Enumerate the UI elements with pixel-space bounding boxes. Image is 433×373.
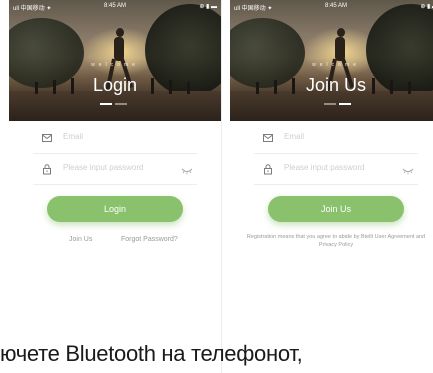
status-icons: ⊕ ▮ ▬ <box>420 4 433 10</box>
page-title: Join Us <box>305 75 367 95</box>
hero-image: ull 中国移动 ✦ 8:45 AM ⊕ ▮ ▬ welcome Login <box>9 0 221 121</box>
email-field[interactable]: Email <box>254 123 418 154</box>
join-us-link[interactable]: Join Us <box>69 236 92 243</box>
clock: 8:45 AM <box>103 3 126 9</box>
tab-indicator-inactive <box>324 103 336 105</box>
tab-indicator-active <box>100 103 112 105</box>
tab-indicator-active <box>339 103 351 105</box>
status-bar: ull 中国移动 ✦ 8:45 AM ⊕ ▮ ▬ <box>9 0 221 12</box>
email-placeholder: Email <box>284 132 305 141</box>
password-placeholder: Please input password <box>63 163 144 172</box>
envelope-icon <box>41 131 53 143</box>
login-screen: ull 中国移动 ✦ 8:45 AM ⊕ ▮ ▬ welcome Login E… <box>9 0 221 330</box>
envelope-icon <box>262 131 274 143</box>
eye-closed-icon[interactable] <box>181 163 193 175</box>
password-placeholder: Please input password <box>284 163 365 172</box>
tab-indicator-inactive <box>115 103 127 105</box>
page-title: Login <box>92 75 138 95</box>
lock-icon <box>262 162 274 175</box>
clock: 8:45 AM <box>324 3 347 9</box>
password-field[interactable]: Please input password <box>33 154 197 185</box>
status-bar: ull 中国移动 ✦ 8:45 AM ⊕ ▮ ▬ <box>230 0 433 12</box>
welcome-label: welcome <box>91 62 139 68</box>
lock-icon <box>41 162 53 175</box>
eye-closed-icon[interactable] <box>402 163 414 175</box>
welcome-label: welcome <box>312 62 360 68</box>
join-screen: ull 中国移动 ✦ 8:45 AM ⊕ ▮ ▬ welcome Join Us… <box>230 0 433 330</box>
join-us-button[interactable]: Join Us <box>268 196 404 222</box>
email-field[interactable]: Email <box>33 123 197 154</box>
login-button[interactable]: Login <box>47 196 183 222</box>
status-icons: ⊕ ▮ ▬ <box>199 4 217 10</box>
password-field[interactable]: Please input password <box>254 154 418 185</box>
forgot-password-link[interactable]: Forgot Password? <box>121 236 178 243</box>
caption-text: ючете Bluetooth на телефонот, <box>0 341 303 366</box>
email-placeholder: Email <box>63 132 84 141</box>
hero-image: ull 中国移动 ✦ 8:45 AM ⊕ ▮ ▬ welcome Join Us <box>230 0 433 121</box>
terms-text: Registration means that you agree to abi… <box>246 234 426 248</box>
divider <box>221 0 222 373</box>
